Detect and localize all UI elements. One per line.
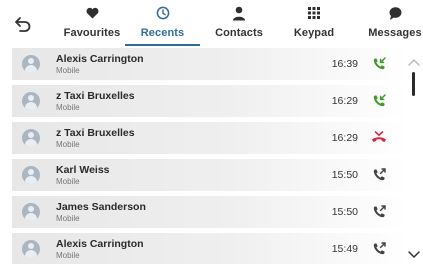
recent-call-row[interactable]: James Sanderson Mobile 15:50 [12,196,408,228]
tab-label: Recents [140,27,185,39]
top-navigation: Favourites Recents Contacts Keypad Messa… [0,0,423,46]
back-arrow-icon [15,17,31,32]
back-button[interactable] [12,13,34,35]
heart-icon [86,5,99,21]
tab-label: Contacts [215,27,263,39]
contact-avatar [22,240,40,258]
tab-label: Messages [368,27,422,39]
tab-favourites[interactable]: Favourites [60,0,124,46]
recent-call-row[interactable]: Karl Weiss Mobile 15:50 [12,159,408,191]
tab-contacts[interactable]: Contacts [208,0,270,46]
person-icon [232,5,246,21]
phone-type: Mobile [56,177,80,186]
contact-name: z Taxi Bruxelles [56,127,135,139]
call-time: 16:29 [331,95,358,107]
call-time: 16:29 [331,132,358,144]
tab-label: Favourites [63,27,121,39]
contact-avatar [22,166,40,184]
contact-avatar [22,55,40,73]
phone-type: Mobile [56,140,80,149]
call-time: 16:39 [331,58,358,70]
phone-type: Mobile [56,103,80,112]
contact-name: Alexis Carrington [56,53,144,65]
recent-call-row[interactable]: z Taxi Bruxelles Mobile 16:29 [12,122,408,154]
call-time: 15:50 [331,206,358,218]
tab-messages[interactable]: Messages [364,0,423,46]
keypad-icon [307,5,321,21]
call-time: 15:49 [331,243,358,255]
chevron-down-icon [408,251,420,259]
recents-list: Alexis Carrington Mobile 16:39 z Taxi Br… [12,48,408,264]
outgoing-call-icon [370,203,388,221]
contact-name: Karl Weiss [56,164,110,176]
contact-avatar [22,92,40,110]
contact-name: Alexis Carrington [56,238,144,250]
chevron-up-icon [408,58,420,66]
incoming-call-icon [370,55,388,73]
call-time: 15:50 [331,169,358,181]
tab-recents[interactable]: Recents [125,0,200,46]
scrollbar-thumb[interactable] [412,72,415,96]
tab-label: Keypad [293,27,335,39]
missed-call-icon [370,129,388,147]
outgoing-call-icon [370,166,388,184]
outgoing-call-icon [370,240,388,258]
recent-call-row[interactable]: z Taxi Bruxelles Mobile 16:29 [12,85,408,117]
clock-icon [156,5,170,21]
contact-name: z Taxi Bruxelles [56,90,135,102]
phone-type: Mobile [56,214,80,223]
incoming-call-icon [370,92,388,110]
phone-type: Mobile [56,251,80,260]
recent-call-row[interactable]: Alexis Carrington Mobile 15:49 [12,233,408,264]
scroll-down-button[interactable] [407,249,421,261]
contact-name: James Sanderson [56,201,146,213]
contact-avatar [22,129,40,147]
scroll-up-button[interactable] [407,56,421,68]
tab-keypad[interactable]: Keypad [286,0,342,46]
contact-avatar [22,203,40,221]
phone-type: Mobile [56,66,80,75]
recent-call-row[interactable]: Alexis Carrington Mobile 16:39 [12,48,408,80]
message-icon [388,5,403,21]
